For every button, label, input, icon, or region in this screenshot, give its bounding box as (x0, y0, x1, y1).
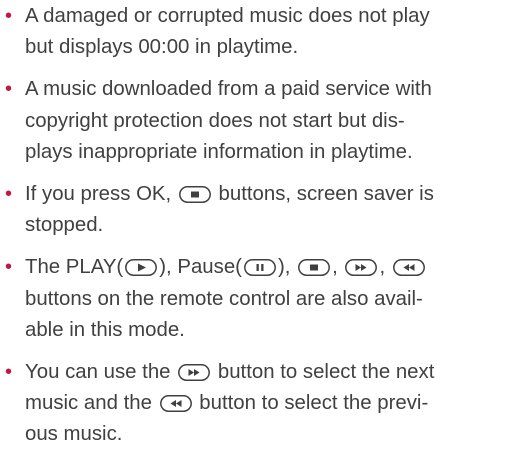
note-text: button to select the previ- (199, 392, 429, 415)
note-text: buttons on the remote control are also a… (25, 287, 423, 310)
note-damaged-music: • A damaged or corrupted music does not … (0, 1, 511, 63)
bullet-marker: • (5, 183, 13, 206)
bullet-marker: • (5, 78, 13, 101)
stop-button-icon (298, 259, 331, 277)
notes-list: • A damaged or corrupted music does not … (0, 1, 511, 451)
note-text: , (332, 256, 338, 279)
note-text: A damaged or corrupted music does not pl… (25, 5, 430, 27)
note-text: The PLAY( (25, 256, 124, 279)
note-text: If you press OK, (25, 183, 172, 206)
note-text: ous music. (25, 423, 123, 446)
rewind-button-icon (159, 395, 192, 413)
note-next-previous: • You can use the button to select the n… (0, 357, 511, 451)
note-text: music and the (25, 392, 152, 415)
note-screen-saver: • If you press OK, buttons, screen saver… (0, 179, 511, 241)
rewind-button-icon (392, 259, 425, 277)
note-text: but displays 00:00 in playtime. (25, 36, 299, 59)
note-text: button to select the next (217, 361, 435, 384)
pause-button-icon (244, 259, 276, 277)
note-text: able in this mode. (25, 318, 185, 341)
bullet-marker: • (5, 361, 13, 384)
note-text: ), Pause( (159, 256, 242, 279)
fast-forward-button-icon (345, 259, 378, 277)
note-text: ), (277, 256, 291, 279)
bullet-marker: • (5, 5, 13, 27)
bullet-marker: • (5, 256, 13, 279)
manual-page: • A damaged or corrupted music does not … (0, 0, 511, 445)
note-text: , (379, 256, 386, 279)
note-text: plays inappropriate information in playt… (25, 140, 413, 163)
stop-button-icon (178, 186, 211, 203)
note-text: buttons, screen saver is (218, 183, 434, 206)
note-text: A music downloaded from a paid service w… (25, 78, 432, 101)
note-remote-buttons: • The PLAY( ), Pause( ), , , buttons on … (0, 252, 511, 346)
note-text: You can use the (25, 361, 171, 384)
note-text: stopped. (25, 214, 104, 237)
fast-forward-button-icon (178, 364, 211, 381)
note-text: copyright protection does not start but … (25, 109, 405, 132)
play-button-icon (125, 259, 158, 277)
note-copyright-music: • A music downloaded from a paid service… (0, 74, 511, 168)
